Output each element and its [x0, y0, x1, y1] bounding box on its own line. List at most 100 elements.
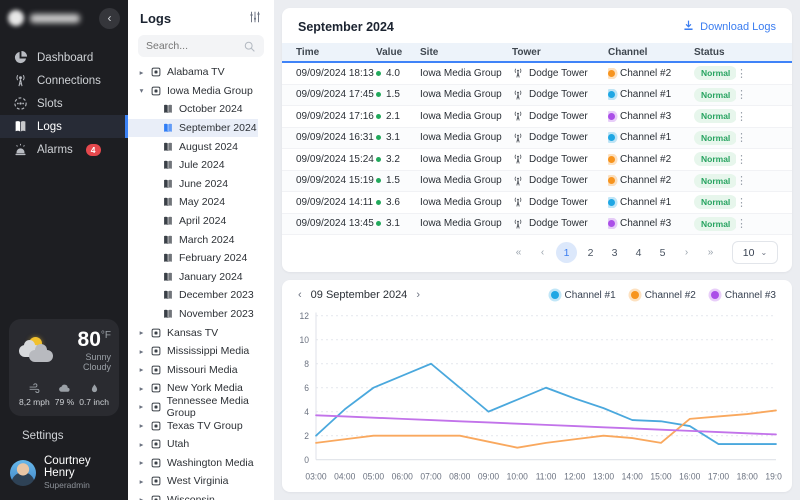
- tree-item-month[interactable]: December 2023: [128, 286, 274, 305]
- sidebar-item-connections[interactable]: Connections: [0, 69, 128, 92]
- sidebar-item-alarms[interactable]: Alarms 4: [0, 138, 128, 161]
- organization-icon: [150, 401, 162, 413]
- book-icon: [162, 308, 174, 320]
- tree-group-iowa-media-group[interactable]: ▾ Iowa Media Group: [128, 82, 274, 101]
- legend-item-ch1[interactable]: Channel #1: [550, 290, 616, 301]
- caret-right-icon: ▸: [139, 67, 144, 77]
- tree-item-month[interactable]: March 2024: [128, 230, 274, 249]
- chevron-down-icon: ⌄: [760, 248, 768, 257]
- tree-group-missouri-media[interactable]: ▸ Missouri Media: [128, 361, 274, 380]
- tree-item-month[interactable]: June 2024: [128, 175, 274, 194]
- alarms-icon: [13, 142, 28, 157]
- tree-item-month[interactable]: August 2024: [128, 137, 274, 156]
- chart-prev-day-button[interactable]: ‹: [298, 289, 302, 301]
- svg-text:10:00: 10:00: [507, 471, 528, 481]
- tree-group-texas-tv-group[interactable]: ▸ Texas TV Group: [128, 416, 274, 435]
- table-row[interactable]: 09/09/2024 13:45 3.1 Iowa Media Group Dodge…: [282, 213, 792, 235]
- download-logs-button[interactable]: Download Logs: [682, 19, 776, 35]
- row-menu-button[interactable]: ⋮: [736, 88, 747, 101]
- value-cell: 1.5: [376, 175, 420, 186]
- user-profile[interactable]: Courtney Henry Superadmin: [0, 448, 128, 500]
- tree-group-wisconsin[interactable]: ▸ Wisconsin: [128, 491, 274, 500]
- tree-group-west-virginia[interactable]: ▸ West Virginia: [128, 472, 274, 491]
- svg-text:6: 6: [304, 383, 309, 393]
- row-menu-button[interactable]: ⋮: [736, 217, 747, 230]
- pagination-page-1[interactable]: 1: [556, 242, 577, 263]
- tower-cell: Dodge Tower: [512, 218, 608, 230]
- nav-label: Connections: [37, 74, 101, 87]
- dashboard-icon: [13, 50, 28, 65]
- weather-temperature: 80°F: [77, 328, 111, 351]
- table-row[interactable]: 09/09/2024 17:45 1.5 Iowa Media Group Dodge…: [282, 84, 792, 106]
- pagination-first-button[interactable]: «: [508, 242, 529, 263]
- table-row[interactable]: 09/09/2024 14:11 3.6 Iowa Media Group Dodge…: [282, 192, 792, 214]
- nav-label: Alarms: [37, 143, 73, 156]
- sun-cloud-icon: [17, 336, 55, 366]
- site-cell: Iowa Media Group: [420, 175, 502, 187]
- sidebar-header: ‹: [0, 0, 128, 36]
- tree-item-month[interactable]: January 2024: [128, 268, 274, 287]
- tree-item-month[interactable]: Jule 2024: [128, 156, 274, 175]
- tree-group-mississippi-media[interactable]: ▸ Mississippi Media: [128, 342, 274, 361]
- table-row[interactable]: 09/09/2024 17:16 2.1 Iowa Media Group Dodge…: [282, 106, 792, 128]
- row-menu-button[interactable]: ⋮: [736, 131, 747, 144]
- tree-item-month[interactable]: April 2024: [128, 212, 274, 231]
- sidebar-item-dashboard[interactable]: Dashboard: [0, 46, 128, 69]
- chart-next-day-button[interactable]: ›: [416, 289, 420, 301]
- tree-item-month[interactable]: February 2024: [128, 249, 274, 268]
- pagination-next-button[interactable]: ›: [676, 242, 697, 263]
- book-icon: [162, 289, 174, 301]
- row-menu-button[interactable]: ⋮: [736, 67, 747, 80]
- legend-item-ch3[interactable]: Channel #3: [710, 290, 776, 301]
- site-cell: Iowa Media Group: [420, 67, 502, 79]
- tree-item-month[interactable]: November 2023: [128, 305, 274, 324]
- column-header-tower: Tower: [512, 46, 541, 58]
- legend-item-ch2[interactable]: Channel #2: [630, 290, 696, 301]
- table-row[interactable]: 09/09/2024 15:24 3.2 Iowa Media Group Dodge…: [282, 149, 792, 171]
- tree-group-alabama-tv[interactable]: ▸ Alabama TV: [128, 63, 274, 82]
- pagination-page-5[interactable]: 5: [652, 242, 673, 263]
- pagination-page-2[interactable]: 2: [580, 242, 601, 263]
- page-size-select[interactable]: 10 ⌄: [732, 241, 778, 264]
- sidebar-collapse-button[interactable]: ‹: [99, 7, 120, 29]
- sidebar-item-settings[interactable]: Settings: [0, 424, 128, 448]
- tree-group-washington-media[interactable]: ▸ Washington Media: [128, 453, 274, 472]
- user-name: Courtney Henry: [44, 455, 91, 479]
- row-menu-button[interactable]: ⋮: [736, 153, 747, 166]
- tree-group-tennessee-media-group[interactable]: ▸ Tennessee Media Group: [128, 395, 274, 419]
- sidebar-item-logs[interactable]: Logs: [0, 115, 128, 138]
- pagination-page-4[interactable]: 4: [628, 242, 649, 263]
- pagination-page-3[interactable]: 3: [604, 242, 625, 263]
- pagination-last-button[interactable]: »: [700, 242, 721, 263]
- tree-item-month-selected[interactable]: September 2024: [128, 118, 258, 138]
- table-row[interactable]: 09/09/2024 18:13 4.0 Iowa Media Group Dodge…: [282, 63, 792, 85]
- avatar: [10, 459, 36, 486]
- row-menu-button[interactable]: ⋮: [736, 196, 747, 209]
- search-input[interactable]: [146, 40, 243, 52]
- sidebar: ‹ Dashboard Connections Slots Logs Alarms 4 8…: [0, 0, 128, 500]
- status-cell: Normal: [694, 195, 736, 210]
- tree-group-kansas-tv[interactable]: ▸ Kansas TV: [128, 323, 274, 342]
- tree-item-month[interactable]: May 2024: [128, 193, 274, 212]
- row-menu-button[interactable]: ⋮: [736, 110, 747, 123]
- chart-panel: ‹ 09 September 2024 › Channel #1 Channel …: [282, 280, 792, 492]
- status-badge: Normal: [694, 152, 736, 167]
- tower-icon: [512, 196, 524, 208]
- table-row[interactable]: 09/09/2024 15:19 1.5 Iowa Media Group Dodge…: [282, 170, 792, 192]
- table-row[interactable]: 09/09/2024 16:31 3.1 Iowa Media Group Dodge…: [282, 127, 792, 149]
- tower-icon: [512, 153, 524, 165]
- nav-label: Slots: [37, 97, 63, 110]
- tree-group-utah[interactable]: ▸ Utah: [128, 435, 274, 454]
- tree-item-month[interactable]: October 2024: [128, 100, 274, 119]
- organization-icon: [150, 475, 162, 487]
- sidebar-item-slots[interactable]: Slots: [0, 92, 128, 115]
- site-cell: Iowa Media Group: [420, 153, 502, 165]
- status-badge: Normal: [694, 130, 736, 145]
- organization-icon: [150, 438, 162, 450]
- weather-widget: 80°F Sunny Cloudy 8,2 mph 79 % 0.7 inch: [9, 319, 119, 416]
- channel-dot-icon: [608, 155, 615, 163]
- filter-button[interactable]: [248, 10, 262, 27]
- pagination-prev-button[interactable]: ‹: [532, 242, 553, 263]
- row-menu-button[interactable]: ⋮: [736, 174, 747, 187]
- status-badge: Normal: [694, 173, 736, 188]
